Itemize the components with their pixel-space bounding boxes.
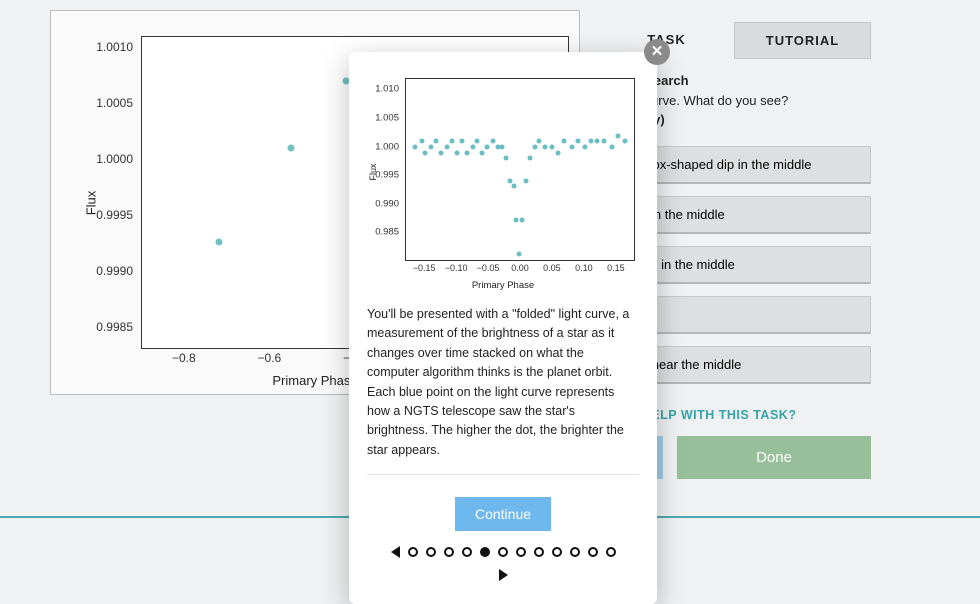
data-point <box>419 139 424 144</box>
modal-y-tick: 0.990 <box>375 198 399 209</box>
modal-light-curve-chart: 0.9850.9900.9951.0001.0051.010 −0.15−0.1… <box>367 66 639 291</box>
bg-y-tick: 1.0005 <box>96 96 133 110</box>
data-point <box>519 218 524 223</box>
modal-y-tick: 0.995 <box>375 170 399 181</box>
pager-dot-2[interactable] <box>426 547 436 557</box>
modal-plot-area <box>405 78 635 261</box>
bg-x-tick: −0.6 <box>258 351 282 365</box>
modal-x-tick: −0.10 <box>445 263 468 273</box>
bg-y-tick: 0.9990 <box>96 264 133 278</box>
data-point <box>602 139 607 144</box>
continue-button[interactable]: Continue <box>455 497 551 531</box>
pager-dot-7[interactable] <box>516 547 526 557</box>
data-point <box>215 239 222 246</box>
modal-y-tick: 1.000 <box>375 141 399 152</box>
data-point <box>500 144 505 149</box>
data-point <box>470 144 475 149</box>
data-point <box>429 144 434 149</box>
modal-x-tick: −0.05 <box>477 263 500 273</box>
bg-y-tick: 0.9985 <box>96 320 133 334</box>
data-point <box>595 139 600 144</box>
close-button[interactable]: ✕ <box>644 39 670 65</box>
modal-y-tick: 1.010 <box>375 84 399 95</box>
data-point <box>532 144 537 149</box>
pager-dots-row <box>391 546 616 558</box>
pager-prev-icon[interactable] <box>391 546 400 558</box>
data-point <box>549 144 554 149</box>
modal-y-tick: 0.985 <box>375 227 399 238</box>
data-point <box>474 139 479 144</box>
pager-dot-10[interactable] <box>570 547 580 557</box>
tutorial-pager <box>367 545 639 586</box>
data-point <box>517 252 522 257</box>
modal-x-tick: 0.10 <box>575 263 593 273</box>
data-point <box>507 178 512 183</box>
data-point <box>576 139 581 144</box>
tutorial-modal: ✕ 0.9850.9900.9951.0001.0051.010 −0.15−0… <box>349 52 657 604</box>
data-point <box>537 139 542 144</box>
modal-ylabel: Flux <box>368 163 378 180</box>
pager-dot-5[interactable] <box>480 547 490 557</box>
data-point <box>479 150 484 155</box>
data-point <box>524 178 529 183</box>
bg-y-tick: 1.0000 <box>96 152 133 166</box>
pager-dot-8[interactable] <box>534 547 544 557</box>
bg-x-tick: −0.8 <box>172 351 196 365</box>
modal-x-ticks: −0.15 −0.10 −0.05 0.00 0.05 0.10 0.15 <box>405 263 635 277</box>
data-point <box>434 139 439 144</box>
pager-next-icon[interactable] <box>499 569 508 581</box>
bg-ylabel: Flux <box>84 190 99 215</box>
pager-dot-11[interactable] <box>588 547 598 557</box>
data-point <box>413 144 418 149</box>
data-point <box>454 150 459 155</box>
bg-y-tick: 0.9995 <box>96 208 133 222</box>
data-point <box>528 156 533 161</box>
pager-dot-6[interactable] <box>498 547 508 557</box>
modal-x-tick: 0.05 <box>543 263 561 273</box>
data-point <box>438 150 443 155</box>
modal-x-tick: 0.15 <box>607 263 625 273</box>
data-point <box>609 144 614 149</box>
pager-dot-9[interactable] <box>552 547 562 557</box>
done-button[interactable]: Done <box>677 436 871 479</box>
data-point <box>445 144 450 149</box>
data-point <box>616 133 621 138</box>
pager-dot-3[interactable] <box>444 547 454 557</box>
data-point <box>543 144 548 149</box>
data-point <box>459 139 464 144</box>
data-point <box>422 150 427 155</box>
modal-x-tick: −0.15 <box>413 263 436 273</box>
data-point <box>485 144 490 149</box>
data-point <box>582 144 587 149</box>
data-point <box>288 145 295 152</box>
modal-xlabel: Primary Phase <box>472 280 534 291</box>
data-point <box>449 139 454 144</box>
data-point <box>569 144 574 149</box>
pager-dot-1[interactable] <box>408 547 418 557</box>
tutorial-body-text: You'll be presented with a "folded" ligh… <box>367 305 639 475</box>
data-point <box>514 218 519 223</box>
data-point <box>562 139 567 144</box>
bg-y-tick: 1.0010 <box>96 40 133 54</box>
pager-dot-4[interactable] <box>462 547 472 557</box>
data-point <box>622 139 627 144</box>
data-point <box>511 184 516 189</box>
data-point <box>490 139 495 144</box>
tab-tutorial[interactable]: TUTORIAL <box>734 22 871 59</box>
data-point <box>465 150 470 155</box>
pager-dot-12[interactable] <box>606 547 616 557</box>
data-point <box>588 139 593 144</box>
modal-x-tick: 0.00 <box>511 263 529 273</box>
data-point <box>504 156 509 161</box>
data-point <box>555 150 560 155</box>
bg-xlabel: Primary Phase <box>272 373 357 388</box>
close-icon: ✕ <box>651 43 664 60</box>
modal-y-tick: 1.005 <box>375 113 399 124</box>
